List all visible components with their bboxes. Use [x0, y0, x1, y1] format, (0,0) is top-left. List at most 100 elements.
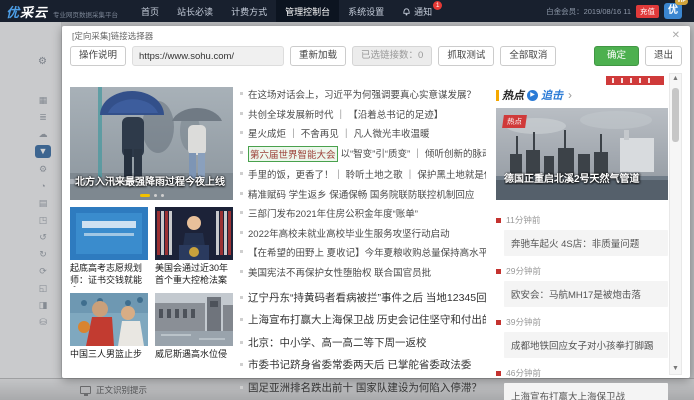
dot-active[interactable] [140, 194, 150, 197]
topbar-right: 白金会员：2019/08/16 11 充值 优VIP [546, 3, 688, 19]
carousel-caption[interactable]: 北方入汛来最强降雨过程今夜上线 [75, 173, 225, 188]
headline-item[interactable]: 精准赋码 学生返乡 保通保畅 国务院联防联控机制回应 [240, 187, 486, 201]
scroll-down-icon[interactable]: ▼ [670, 364, 681, 374]
selected-count-badge: 已选链接数：0 [352, 46, 432, 66]
hot-item-time: 11分钟前 [506, 214, 540, 226]
headline-item[interactable]: 北京：中小学、高一高二等下周一返校 [240, 335, 486, 350]
headline-item[interactable]: 三部门发布2021年住房公积金年度“账单” [240, 206, 486, 220]
embedded-webpage: 北方入汛来最强降雨过程今夜上线 起底高考志愿规划师：证书交钱就能拿 [62, 73, 690, 379]
headline-text: 星火成炬 ｜ 不舍再见 ｜ 凡人微光丰收温暖 [248, 126, 430, 140]
thumb-caption[interactable]: 起底高考志愿规划师：证书交钱就能拿 [70, 263, 148, 287]
scroll-up-icon[interactable]: ▲ [670, 74, 681, 84]
nav-item-label: 首页 [141, 5, 159, 18]
reload-button[interactable]: 重新加载 [290, 46, 346, 66]
headline-item[interactable]: 辽宁丹东“持黄码者看病被拦”事件之后 当地12345回应 [240, 290, 486, 305]
nav-item-站长必读[interactable]: 站长必读 [168, 0, 222, 22]
vip-badge: VIP [675, 0, 688, 5]
thumb-image-basketball [70, 293, 148, 346]
hot-topics-sidebar: 热点 ▶ 追击 › [496, 87, 668, 400]
headline-item[interactable]: 2022年高校未就业高校毕业生服务攻坚行动启动 [240, 226, 486, 240]
content-scrollbar[interactable]: ▲ ▼ [669, 73, 682, 375]
cancel-all-button[interactable]: 全部取消 [500, 46, 556, 66]
chevron-right-icon[interactable]: › [568, 90, 572, 100]
hot-card-caption[interactable]: 德国正重启北溪2号天然气管道 [504, 170, 664, 185]
help-button[interactable]: 操作说明 [70, 46, 126, 66]
hot-item-time: 46分钟前 [506, 367, 541, 379]
scrollbar-thumb[interactable] [672, 88, 679, 142]
bullet-icon [240, 296, 243, 299]
close-icon[interactable]: ✕ [672, 31, 680, 41]
hot-list-item[interactable]: 39分钟前 成都地铁回应女子对小孩拳打脚踢 [496, 316, 668, 358]
nav-item-系统设置[interactable]: 系统设置 [339, 0, 393, 22]
hot-list-item[interactable]: 29分钟前 欧安会：马航MH17是被炮击落 [496, 265, 668, 307]
hot-list-item[interactable]: 11分钟前 奔驰车起火 4S店：非质量问题 [496, 214, 668, 256]
thumb-caption[interactable]: 威尼斯遇高水位侵袭 圣 [155, 349, 233, 361]
headline-text: 国足亚洲排名跌出前十 国家队建设为何陷入停滞？ [248, 380, 482, 395]
red-bullet-icon [496, 269, 501, 274]
selected-link-highlight[interactable]: 第六届世界智能大会 [248, 146, 338, 162]
headline-item[interactable]: 在这场对话会上，习近平为何强调要真心实意谋发展？ [240, 87, 486, 101]
test-crawl-button[interactable]: 抓取测试 [438, 46, 494, 66]
thumb-item[interactable]: 美国会通过近30年首个重大控枪法案 [155, 207, 233, 287]
exit-button[interactable]: 退出 [645, 46, 682, 66]
red-bullet-icon [496, 320, 501, 325]
link-selector-dialog: [定向采集]链接选择器 ✕ 操作说明 重新加载 已选链接数：0 抓取测试 全部取… [62, 26, 690, 378]
headline-text: 北京：中小学、高一高二等下周一返校 [248, 335, 427, 350]
hot-item-text[interactable]: 上海宣布打赢大上海保卫战 [504, 383, 668, 400]
headline-item[interactable]: 第六届世界智能大会以“智变”引“质变” ｜ 倾听创新的脉动 [240, 146, 486, 162]
hot-list-item[interactable]: 46分钟前 上海宣布打赢大上海保卫战 [496, 367, 668, 400]
hot-item-time: 29分钟前 [506, 265, 541, 277]
nav-item-label: 管理控制台 [285, 5, 330, 18]
headline-text: 共创全球发展新时代 ｜ 【沿着总书记的足迹】 [248, 107, 443, 121]
hot-title-black: 热点 [502, 87, 524, 103]
headline-text: 在这场对话会上，习近平为何强调要真心实意谋发展？ [248, 87, 476, 101]
hot-topics-header[interactable]: 热点 ▶ 追击 › [496, 87, 668, 103]
headline-item[interactable]: 手里的饭，更香了！｜ 聆听土地之歌 ｜ 保护黑土地就是保护每个 [240, 167, 486, 181]
headline-item[interactable]: 市委书记跻身省委常委两天后 已掌舵省委政法委 [240, 357, 486, 372]
headline-text: 市委书记跻身省委常委两天后 已掌舵省委政法委 [248, 357, 471, 372]
thumb-item[interactable]: 中国三人男篮止步小组赛 [70, 293, 148, 361]
headline-item[interactable]: 星火成炬 ｜ 不舍再见 ｜ 凡人微光丰收温暖 [240, 126, 486, 140]
hot-item-text[interactable]: 奔驰车起火 4S店：非质量问题 [504, 230, 668, 256]
nav-item-首页[interactable]: 首页 [132, 0, 168, 22]
headlines-column: 在这场对话会上，习近平为何强调要真心实意谋发展？ 共创全球发展新时代 ｜ 【沿着总… [240, 87, 486, 400]
headline-item[interactable]: 美国宪法不再保护女性堕胎权 联合国官员批 [240, 265, 486, 279]
nav-item-label: 系统设置 [348, 5, 384, 18]
app-logo[interactable]: 优采云 专业网页数据采集平台 [6, 2, 118, 21]
thumb-image-blue-plaque [70, 207, 148, 260]
url-input[interactable] [132, 46, 284, 66]
hot-item-text[interactable]: 成都地铁回应女子对小孩拳打脚踢 [504, 332, 668, 358]
hot-badge: 热点 [502, 115, 527, 128]
nav-item-计费方式[interactable]: 计费方式 [222, 0, 276, 22]
thumb-item[interactable]: 威尼斯遇高水位侵袭 圣 [155, 293, 233, 361]
bullet-icon [240, 318, 243, 321]
headline-item[interactable]: 上海宣布打赢大上海保卫战 历史会记住坚守和付出的所有人 [240, 312, 486, 327]
dot[interactable] [154, 194, 157, 197]
headline-item[interactable]: 【在希望的田野上 夏收记】今年夏粮收购总量保持高水平 [240, 245, 486, 259]
headline-text: 【在希望的田野上 夏收记】今年夏粮收购总量保持高水平 [248, 245, 486, 259]
hot-item-text[interactable]: 欧安会：马航MH17是被炮击落 [504, 281, 668, 307]
thumb-image-president-speech [155, 207, 233, 260]
app-topbar: 优采云 专业网页数据采集平台 首页站长必读计费方式管理控制台 系统设置通知1 白金… [0, 0, 694, 22]
promo-banner[interactable] [606, 76, 664, 85]
headline-list-secondary: 辽宁丹东“持黄码者看病被拦”事件之后 当地12345回应上海宣布打赢大上海保卫战… [240, 290, 486, 400]
confirm-button[interactable]: 确定 [594, 46, 639, 66]
hot-card[interactable]: 热点 德国正重启北溪2号天然气管道 [496, 108, 668, 205]
thumb-caption[interactable]: 美国会通过近30年首个重大控枪法案 [155, 263, 233, 287]
thumb-caption[interactable]: 中国三人男篮止步小组赛 [70, 349, 148, 361]
red-bullet-icon [496, 371, 501, 376]
carousel[interactable]: 北方入汛来最强降雨过程今夜上线 [70, 87, 233, 200]
headline-item[interactable]: 共创全球发展新时代 ｜ 【沿着总书记的足迹】 [240, 107, 486, 121]
logo-rest: 采云 [20, 5, 48, 20]
carousel-dots [70, 194, 233, 197]
bullet-icon [240, 112, 243, 115]
nav-item-管理控制台[interactable]: 管理控制台 [276, 0, 339, 22]
thumb-item[interactable]: 起底高考志愿规划师：证书交钱就能拿 [70, 207, 148, 287]
headline-text: 上海宣布打赢大上海保卫战 历史会记住坚守和付出的所有人 [248, 312, 486, 327]
vip-logo[interactable]: 优VIP [664, 3, 682, 19]
dot[interactable] [161, 194, 164, 197]
nav-item-通知[interactable]: 通知1 [393, 0, 441, 22]
headline-text: 以“智变”引“质变” ｜ 倾听创新的脉动 [341, 146, 486, 160]
recharge-button[interactable]: 充值 [636, 5, 659, 18]
headline-item[interactable]: 国足亚洲排名跌出前十 国家队建设为何陷入停滞？ [240, 380, 486, 395]
